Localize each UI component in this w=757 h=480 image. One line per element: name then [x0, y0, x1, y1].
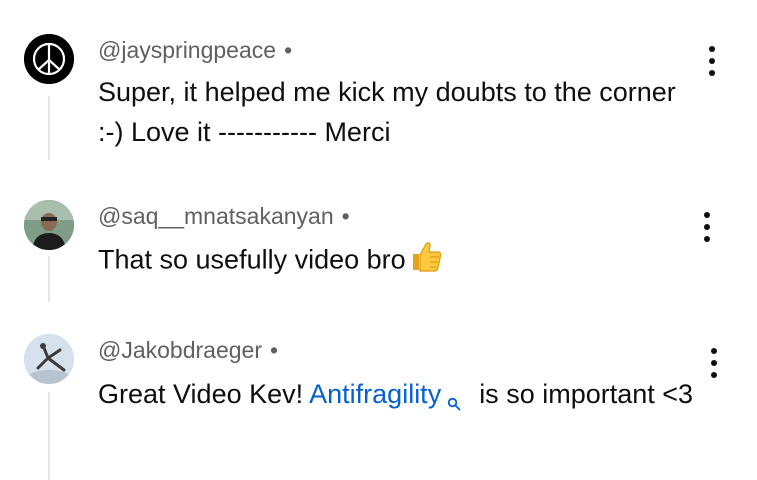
avatar[interactable]: [24, 200, 74, 250]
author-row: @Jakobdraeger •: [98, 337, 278, 364]
more-options-button[interactable]: [702, 44, 722, 78]
comment-text-before: Great Video Kev!: [98, 379, 310, 409]
separator-dot: •: [270, 337, 279, 363]
separator-dot: •: [284, 37, 293, 63]
antifragility-link[interactable]: Antifragility: [309, 379, 441, 409]
comment-item: @jayspringpeace • Super, it helped me ki…: [0, 0, 757, 160]
thumbs-up-icon: [408, 238, 444, 285]
author-name[interactable]: @Jakobdraeger: [98, 337, 262, 364]
author-name[interactable]: @saq__mnatsakanyan: [98, 203, 334, 230]
author-name[interactable]: @jayspringpeace: [98, 37, 276, 64]
person-photo-icon: [24, 200, 74, 250]
comment-item: @saq__mnatsakanyan • That so usefully vi…: [0, 160, 757, 310]
avatar[interactable]: [24, 334, 74, 384]
more-options-button[interactable]: [704, 346, 724, 380]
peace-sign-icon: [24, 34, 74, 84]
comment-text: That so usefully video bro: [98, 238, 713, 285]
comment-text-after: is so important <3: [479, 379, 694, 409]
comment-text: Super, it helped me kick my doubts to th…: [98, 77, 676, 147]
search-icon[interactable]: [447, 382, 461, 411]
more-options-button[interactable]: [697, 210, 717, 244]
author-row: @saq__mnatsakanyan •: [98, 203, 350, 230]
comment-item: @Jakobdraeger • Great Video Kev! Antifra…: [0, 310, 757, 480]
thread-line: [48, 256, 50, 302]
thread-line: [48, 96, 50, 160]
thread-line: [48, 392, 50, 480]
separator-dot: •: [341, 203, 350, 229]
comment-text: Great Video Kev! Antifragility is so imp…: [98, 374, 718, 414]
comment-text-content: That so usefully video bro: [98, 244, 406, 275]
avatar[interactable]: [24, 34, 74, 84]
jumping-figure-photo-icon: [24, 334, 74, 384]
author-row: @jayspringpeace •: [98, 37, 292, 64]
